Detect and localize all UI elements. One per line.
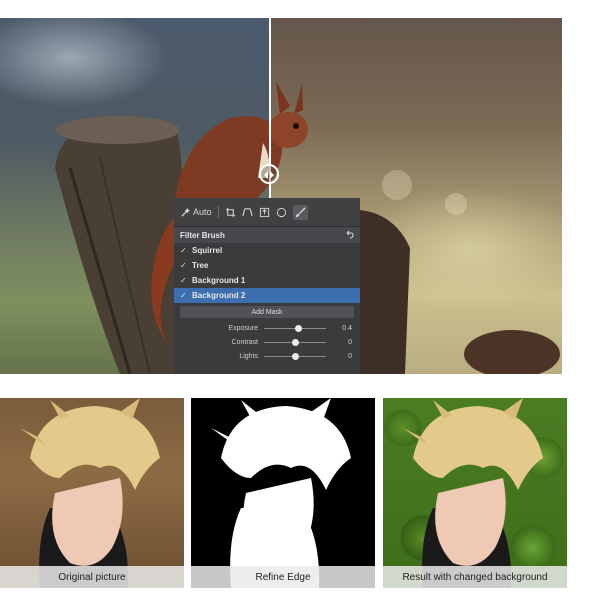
auto-label: Auto: [193, 207, 212, 217]
portrait-result-image: [403, 398, 543, 588]
slider-knob[interactable]: [292, 338, 299, 346]
portrait-image: [20, 398, 160, 588]
magic-wand-icon: [181, 207, 191, 217]
export-icon[interactable]: [259, 207, 270, 218]
caption: Original picture: [0, 566, 184, 588]
slider-label: Lights: [239, 352, 258, 360]
caption: Refine Edge: [191, 566, 375, 588]
mask-label: Squirrel: [192, 246, 223, 255]
crop-icon[interactable]: [225, 207, 236, 218]
mask-item[interactable]: ✓ Background 1: [174, 273, 360, 288]
slider-knob[interactable]: [292, 352, 299, 360]
slider-knob[interactable]: [295, 324, 303, 332]
editor-panel: Auto Filter Brush ✓ Squirrel ✓ Tree ✓ Ba…: [174, 198, 360, 374]
slider-label: Exposure: [228, 324, 258, 332]
brush-icon: [295, 206, 306, 217]
slider-value: 0: [348, 352, 352, 360]
slider-track[interactable]: [264, 352, 326, 360]
brush-tool-button[interactable]: [292, 204, 308, 220]
slider-label: Contrast: [231, 338, 258, 346]
check-icon[interactable]: ✓: [180, 262, 187, 270]
auto-button[interactable]: Auto: [180, 207, 212, 218]
split-handle[interactable]: [259, 164, 279, 184]
check-icon[interactable]: ✓: [180, 247, 187, 255]
slider-lights: Lights 0: [174, 349, 360, 363]
add-mask-button[interactable]: Add Mask: [180, 306, 354, 318]
reset-icon[interactable]: [344, 230, 354, 240]
original-picture-tile: Original picture: [0, 398, 184, 588]
slider-track[interactable]: [264, 324, 326, 332]
result-tile: Result with changed background: [383, 398, 567, 588]
filter-brush-title: Filter Brush: [180, 230, 225, 240]
slider-exposure: Exposure 0.4: [174, 321, 360, 335]
caption: Result with changed background: [383, 566, 567, 588]
toolbar-separator: [217, 206, 219, 218]
silhouette-mask: [211, 398, 351, 588]
mask-item[interactable]: ✓ Squirrel: [174, 243, 360, 258]
slider-value: 0.4: [342, 324, 352, 332]
check-icon[interactable]: ✓: [180, 292, 187, 300]
refine-edge-tile: Refine Edge: [191, 398, 375, 588]
slider-track[interactable]: [264, 338, 326, 346]
circle-icon[interactable]: [276, 207, 287, 218]
perspective-icon[interactable]: [241, 207, 253, 218]
filter-brush-header: Filter Brush: [174, 227, 360, 243]
mask-label: Background 2: [192, 291, 246, 300]
check-icon[interactable]: ✓: [180, 277, 187, 285]
mask-item[interactable]: ✓ Tree: [174, 258, 360, 273]
mask-label: Background 1: [192, 276, 246, 285]
mask-item-selected[interactable]: ✓ Background 2: [174, 288, 360, 303]
editor-toolbar: Auto: [174, 198, 360, 227]
slider-value: 0: [348, 338, 352, 346]
mask-label: Tree: [192, 261, 209, 270]
slider-contrast: Contrast 0: [174, 335, 360, 349]
